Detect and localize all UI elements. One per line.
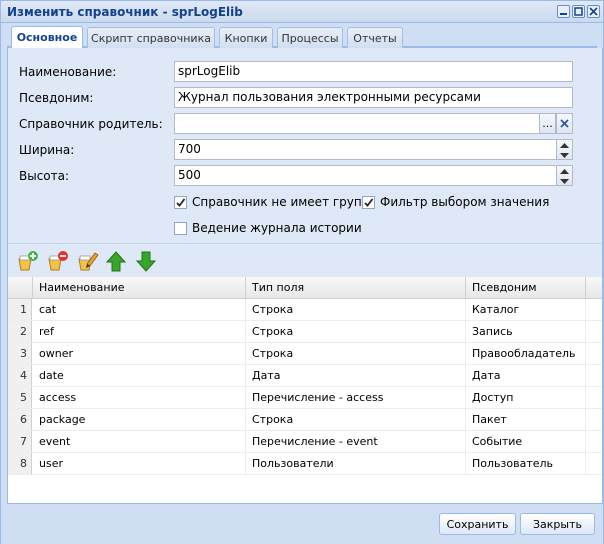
save-button[interactable]: Сохранить xyxy=(439,513,516,535)
cell-alias: Пакет xyxy=(466,409,586,430)
tab-buttons[interactable]: Кнопки xyxy=(219,27,273,48)
main-tab-panel: Наименование: sprLogElib Псевдоним: Журн… xyxy=(7,48,603,504)
cell-type: Строка xyxy=(246,409,466,430)
window-titlebar[interactable]: Изменить справочник - sprLogElib xyxy=(1,1,603,23)
name-field[interactable]: sprLogElib xyxy=(174,61,573,82)
cell-name: owner xyxy=(33,343,246,364)
height-label: Высота: xyxy=(19,169,70,183)
name-label: Наименование: xyxy=(19,65,117,79)
table-row[interactable]: 5 access Перечисление - access Доступ xyxy=(8,387,602,409)
spin-up-icon[interactable] xyxy=(557,166,572,176)
cell-type: Строка xyxy=(246,299,466,320)
spin-down-icon[interactable] xyxy=(557,150,572,160)
browse-ellipsis: ... xyxy=(542,117,553,130)
row-number: 3 xyxy=(8,343,32,364)
cell-name: ref xyxy=(33,321,246,342)
cell-name: package xyxy=(33,409,246,430)
row-number: 8 xyxy=(8,453,32,474)
value-selection-filter-label: Фильтр выбором значения xyxy=(380,195,550,209)
cell-alias: Доступ xyxy=(466,387,586,408)
tab-bar: Основное Скрипт справочника Кнопки Проце… xyxy=(7,25,597,48)
row-number-header xyxy=(8,277,33,299)
parent-browse-button[interactable]: ... xyxy=(539,113,556,134)
cell-type: Пользователи xyxy=(246,453,466,474)
cell-alias: Запись xyxy=(466,321,586,342)
maximize-icon[interactable] xyxy=(572,5,585,18)
cell-name: event xyxy=(33,431,246,452)
spin-up-icon[interactable] xyxy=(557,140,572,150)
row-number: 2 xyxy=(8,321,32,342)
width-spinner[interactable] xyxy=(556,139,573,160)
tab-dictionary-script[interactable]: Скрипт справочника xyxy=(87,27,215,48)
fields-toolbar xyxy=(8,243,602,277)
alias-field[interactable]: Журнал пользования электронными ресурсам… xyxy=(174,87,573,108)
tab-main[interactable]: Основное xyxy=(11,26,83,48)
cell-alias: Дата xyxy=(466,365,586,386)
spin-down-icon[interactable] xyxy=(557,176,572,186)
table-row[interactable]: 1 cat Строка Каталог xyxy=(8,299,602,321)
cell-name: cat xyxy=(33,299,246,320)
table-row[interactable]: 8 user Пользователи Пользователь xyxy=(8,453,602,475)
tab-processes[interactable]: Процессы xyxy=(277,27,343,48)
row-number: 5 xyxy=(8,387,32,408)
history-log-checkbox[interactable]: Ведение журнала истории xyxy=(174,221,362,235)
cell-alias: Событие xyxy=(466,431,586,452)
move-down-icon[interactable] xyxy=(134,249,158,273)
cell-name: date xyxy=(33,365,246,386)
cell-type: Строка xyxy=(246,343,466,364)
window-footer: Сохранить Закрыть xyxy=(1,504,603,544)
clear-icon xyxy=(560,119,569,128)
cell-type: Перечисление - event xyxy=(246,431,466,452)
alias-label: Псевдоним: xyxy=(19,91,94,105)
cell-type: Строка xyxy=(246,321,466,342)
no-groups-checkbox[interactable]: Справочник не имеет групп xyxy=(174,195,370,209)
fields-grid: Наименование Тип поля Псевдоним 1 cat Ст… xyxy=(8,277,602,503)
delete-field-icon[interactable] xyxy=(46,249,70,273)
tab-reports[interactable]: Отчеты xyxy=(347,27,403,48)
cell-alias: Правообладатель xyxy=(466,343,586,364)
minimize-icon[interactable] xyxy=(557,5,570,18)
parent-clear-button[interactable] xyxy=(556,113,573,134)
table-row[interactable]: 3 owner Строка Правообладатель xyxy=(8,343,602,365)
checkbox-checked-icon[interactable] xyxy=(174,195,187,209)
width-field[interactable]: 700 xyxy=(174,139,557,160)
column-header-alias[interactable]: Псевдоним xyxy=(466,277,586,299)
add-field-icon[interactable] xyxy=(16,249,40,273)
column-header-name[interactable]: Наименование xyxy=(33,277,246,299)
cell-type: Перечисление - access xyxy=(246,387,466,408)
row-number: 1 xyxy=(8,299,32,320)
table-row[interactable]: 4 date Дата Дата xyxy=(8,365,602,387)
close-button[interactable]: Закрыть xyxy=(520,513,595,535)
no-groups-label: Справочник не имеет групп xyxy=(192,195,370,209)
close-icon[interactable] xyxy=(587,5,600,18)
table-row[interactable]: 7 event Перечисление - event Событие xyxy=(8,431,602,453)
cell-type: Дата xyxy=(246,365,466,386)
row-number: 4 xyxy=(8,365,32,386)
height-field[interactable]: 500 xyxy=(174,165,557,186)
history-log-label: Ведение журнала истории xyxy=(192,221,362,235)
cell-alias: Каталог xyxy=(466,299,586,320)
row-number: 6 xyxy=(8,409,32,430)
grid-header: Наименование Тип поля Псевдоним xyxy=(8,277,602,299)
column-header-type[interactable]: Тип поля xyxy=(246,277,466,299)
checkbox-checked-icon[interactable] xyxy=(362,195,375,209)
checkbox-unchecked-icon[interactable] xyxy=(174,221,187,235)
cell-name: user xyxy=(33,453,246,474)
cell-alias: Пользователь xyxy=(466,453,586,474)
parent-dictionary-label: Справочник родитель: xyxy=(19,117,163,131)
dictionary-properties-form: Наименование: sprLogElib Псевдоним: Журн… xyxy=(8,48,602,243)
edit-field-icon[interactable] xyxy=(76,249,100,273)
edit-dictionary-window: Изменить справочник - sprLogElib Основно… xyxy=(0,0,604,544)
cell-name: access xyxy=(33,387,246,408)
window-title: Изменить справочник - sprLogElib xyxy=(7,5,243,19)
value-selection-filter-checkbox[interactable]: Фильтр выбором значения xyxy=(362,195,549,209)
move-up-icon[interactable] xyxy=(104,249,128,273)
row-number: 7 xyxy=(8,431,32,452)
parent-dictionary-field[interactable] xyxy=(174,113,540,134)
width-label: Ширина: xyxy=(19,143,75,157)
height-spinner[interactable] xyxy=(556,165,573,186)
table-row[interactable]: 2 ref Строка Запись xyxy=(8,321,602,343)
table-row[interactable]: 6 package Строка Пакет xyxy=(8,409,602,431)
